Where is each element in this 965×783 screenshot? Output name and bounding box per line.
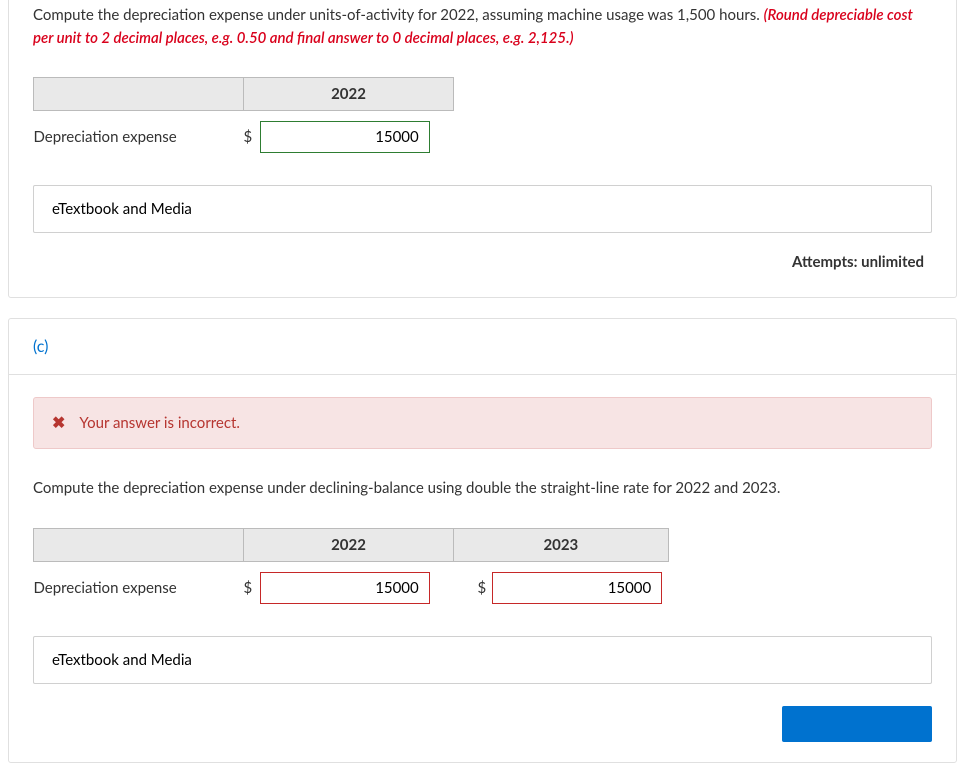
partc-year1-header: 2022: [244, 528, 454, 561]
partb-row-label: Depreciation expense: [34, 111, 244, 158]
submit-button[interactable]: [782, 706, 932, 742]
feedback-incorrect: ✖ Your answer is incorrect.: [33, 397, 932, 449]
partb-table: 2022 Depreciation expense $: [33, 77, 454, 157]
etextbook-media-button[interactable]: eTextbook and Media: [33, 636, 932, 684]
partc-empty-header: [34, 528, 244, 561]
partc-prompt: Compute the depreciation expense under d…: [33, 477, 932, 500]
partb-answer-input[interactable]: [260, 121, 430, 153]
attempts-text: Attempts: unlimited: [33, 249, 932, 277]
partc-answer2-input[interactable]: [492, 572, 662, 604]
partb-prompt-plain: Compute the depreciation expense under u…: [33, 6, 764, 24]
partb-year-header: 2022: [244, 78, 454, 111]
currency-symbol: $: [244, 561, 260, 608]
partc-label: (c): [9, 319, 956, 375]
currency-symbol: $: [454, 561, 493, 608]
partc-year2-header: 2023: [454, 528, 669, 561]
partb-prompt: Compute the depreciation expense under u…: [33, 4, 932, 49]
partc-answer1-input[interactable]: [260, 572, 430, 604]
partb-empty-header: [34, 78, 244, 111]
etextbook-media-button[interactable]: eTextbook and Media: [33, 185, 932, 233]
currency-symbol: $: [244, 111, 260, 158]
feedback-text: Your answer is incorrect.: [79, 414, 240, 432]
partc-row-label: Depreciation expense: [34, 561, 244, 608]
close-icon: ✖: [52, 415, 65, 431]
partc-table: 2022 2023 Depreciation expense $ $: [33, 528, 669, 608]
